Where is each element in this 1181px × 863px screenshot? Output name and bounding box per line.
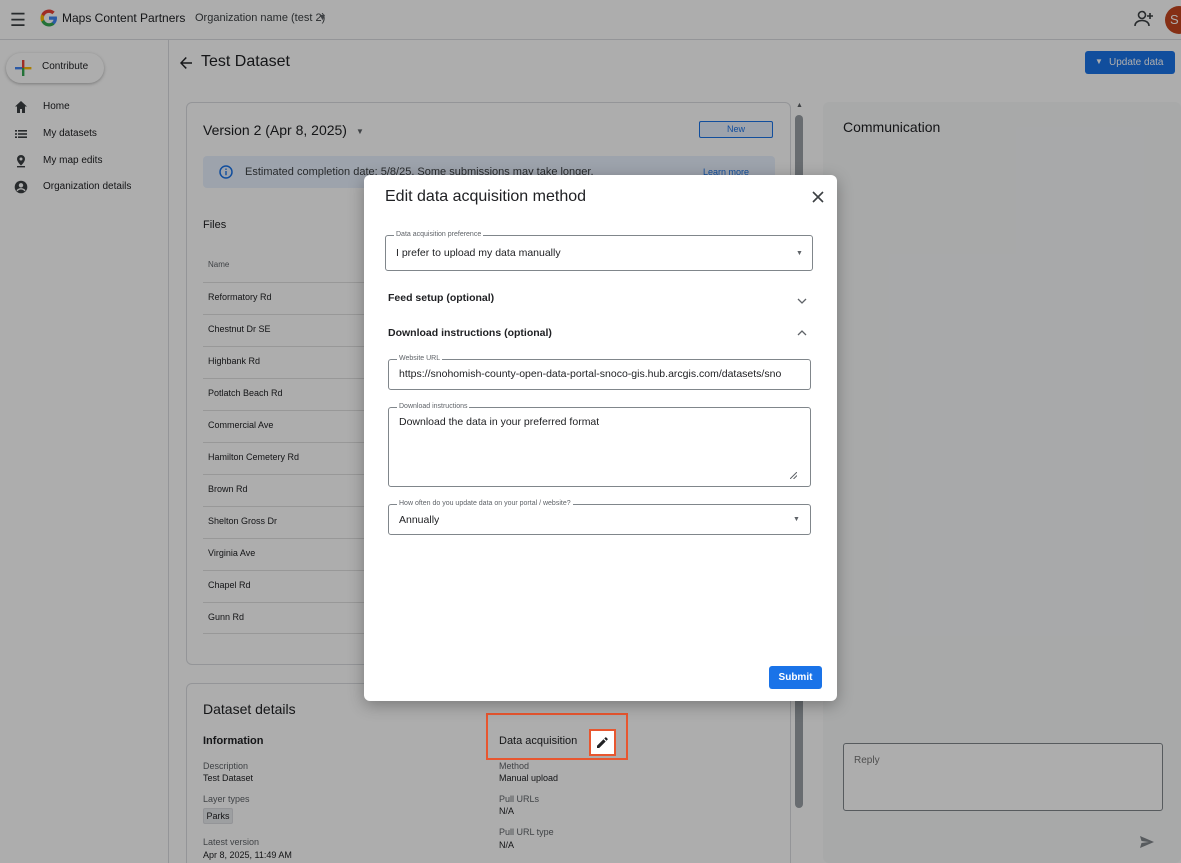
edit-data-acquisition-button[interactable] <box>589 729 616 756</box>
resize-handle-icon[interactable] <box>790 472 797 479</box>
edit-acquisition-dialog: Edit data acquisition method Data acquis… <box>364 175 837 701</box>
dropdown-arrow-icon: ▼ <box>793 516 800 523</box>
select-value: Annually <box>399 514 440 526</box>
pencil-icon <box>597 737 608 748</box>
download-instructions-section[interactable]: Download instructions (optional) <box>388 327 552 339</box>
dropdown-arrow-icon: ▼ <box>796 250 803 257</box>
submit-button[interactable]: Submit <box>769 666 822 689</box>
textarea-value: Download the data in your preferred form… <box>399 416 600 428</box>
acquisition-preference-select[interactable]: Data acquisition preference I prefer to … <box>385 231 813 271</box>
feed-setup-section[interactable]: Feed setup (optional) <box>388 292 494 304</box>
download-instructions-textarea[interactable]: Download instructions Download the data … <box>388 403 811 487</box>
field-label: Download instructions <box>397 403 470 410</box>
chevron-up-icon[interactable] <box>797 328 807 338</box>
field-label: Data acquisition preference <box>394 231 484 238</box>
update-frequency-select[interactable]: How often do you update data on your por… <box>388 500 811 535</box>
website-url-input[interactable]: Website URL https://snohomish-county-ope… <box>388 355 811 390</box>
field-label: How often do you update data on your por… <box>397 500 573 507</box>
input-value: https://snohomish-county-open-data-porta… <box>399 368 782 380</box>
field-label: Website URL <box>397 355 443 362</box>
chevron-down-icon[interactable] <box>797 296 807 306</box>
close-icon[interactable] <box>810 189 826 205</box>
select-value: I prefer to upload my data manually <box>396 247 561 259</box>
dialog-title: Edit data acquisition method <box>385 188 587 205</box>
